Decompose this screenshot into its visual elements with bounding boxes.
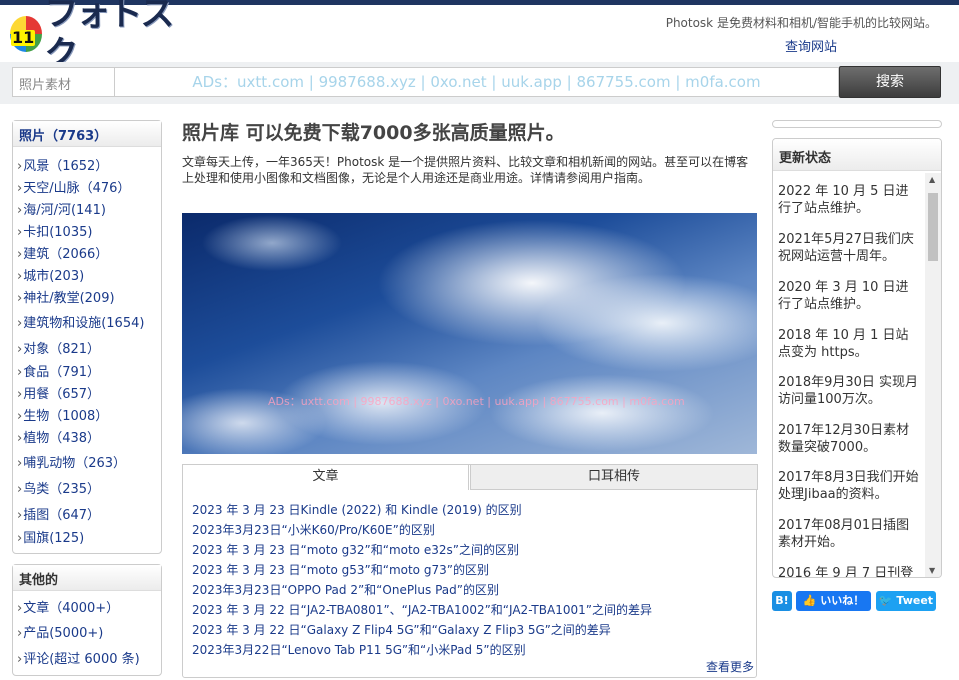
other-panel: 其他的 文章（4000+） 产品(5000+) 评论(超过 6000 条) (12, 564, 162, 676)
article-link[interactable]: 2023年3月23日“OPPO Pad 2”和“OnePlus Pad”的区别 (192, 581, 499, 598)
scrollbar-thumb[interactable] (928, 193, 938, 261)
article-link[interactable]: 2023 年 3 月 22 日“Galaxy Z Flip4 5G”和“Gala… (192, 621, 611, 638)
category-link[interactable]: 用餐（657） (17, 383, 100, 402)
title-part: 量照片。 (488, 122, 565, 144)
search-input[interactable]: ADs：uxtt.com | 9987688.xyz | 0xo.net | u… (115, 67, 839, 97)
category-link[interactable]: 建筑物和设施(1654) (17, 312, 144, 331)
facebook-like-button[interactable]: 👍 いいね！ (796, 591, 871, 611)
category-link[interactable]: 植物（438） (17, 427, 100, 446)
title-part: 照片 (182, 122, 221, 144)
category-link[interactable]: 海/河/河(141) (17, 199, 106, 218)
category-link[interactable]: 哺乳动物（263） (17, 452, 126, 471)
other-header: 其他的 (13, 565, 161, 591)
category-link[interactable]: 生物（1008） (17, 405, 108, 424)
search-site-link[interactable]: 查询网站 (785, 36, 837, 55)
search-bar: 照片素材 ADs：uxtt.com | 9987688.xyz | 0xo.ne… (0, 62, 959, 104)
category-link[interactable]: 国旗(125) (17, 527, 84, 546)
tweet-button[interactable]: 🐦 Tweet (876, 591, 936, 611)
search-button[interactable]: 搜索 (839, 66, 941, 98)
page-title: 照片库 可以免费下载7000多张高质量照片。 (182, 118, 565, 145)
right-top-box (772, 120, 942, 128)
update-status-header: 更新状态 (773, 139, 941, 171)
news-item: 2022 年 10 月 5 日进行了站点维护。 (778, 184, 909, 216)
title-part: 张 (431, 122, 451, 144)
hatena-bookmark-button[interactable]: B! (772, 591, 792, 611)
category-link[interactable]: 神社/教堂(209) (17, 287, 114, 306)
news-item: 2018 年 10 月 1 日站点变为 https。 (778, 328, 909, 360)
article-tabs-panel: 文章 口耳相传 2023 年 3 月 23 日Kindle (2022) 和 K… (182, 464, 758, 678)
other-link[interactable]: 文章（4000+） (17, 597, 119, 616)
news-item: 2018年9月30日 实现月访问量100万次。 (778, 375, 919, 407)
article-link[interactable]: 2023年3月22日“Lenovo Tab P11 5G”和“小米Pad 5”的… (192, 641, 526, 658)
category-link[interactable]: 对象（821） (17, 338, 100, 357)
tab-articles[interactable]: 文章 (182, 464, 469, 490)
site-logo[interactable]: 11 フォトスク (10, 0, 188, 74)
hero-sky-photo[interactable]: ADs：uxtt.com | 9987688.xyz | 0xo.net | u… (182, 213, 757, 454)
news-scrollbar[interactable]: ▲ ▼ (925, 173, 941, 577)
title-part: 可以免 (239, 122, 303, 144)
category-link[interactable]: 城市(203) (17, 265, 84, 284)
tab-word-of-mouth[interactable]: 口耳相传 (470, 464, 758, 490)
news-item: 2020 年 3 月 10 日进行了站点维护。 (778, 280, 909, 312)
category-link[interactable]: 风景（1652） (17, 155, 108, 174)
logo-badge-icon: 11 (10, 16, 43, 52)
news-item: 2021年5月27日我们庆祝网站运营十周年。 (778, 232, 914, 264)
title-part: 7000多 (359, 122, 432, 144)
update-status-panel: 更新状态 2022 年 10 月 5 日进行了站点维护。 2021年5月27日我… (772, 138, 942, 578)
news-item: 2017年8月3日我们开始处理Jibaa的资料。 (778, 470, 919, 502)
scroll-down-icon[interactable]: ▼ (929, 566, 935, 575)
category-link[interactable]: 卡扣(1035) (17, 221, 92, 240)
site-tagline: Photosk 是免费材料和相机/智能手机的比较网站。 (665, 16, 937, 30)
article-link[interactable]: 2023 年 3 月 23 日“moto g32”和“moto e32s”之间的… (192, 541, 519, 558)
logo-badge-number: 11 (11, 28, 36, 47)
article-link[interactable]: 2023年3月23日“小米K60/Pro/K60E”的区别 (192, 521, 435, 538)
article-link[interactable]: 2023 年 3 月 23 日“moto g53”和“moto g73”的区别 (192, 561, 489, 578)
category-link[interactable]: 食品（791） (17, 361, 100, 380)
title-part: 库 (220, 122, 240, 144)
intro-text: 文章每天上传，一年365天！Photosk 是一个提供照片资料、比较文章和相机新… (182, 155, 749, 185)
title-part: 下 (321, 122, 341, 144)
other-link[interactable]: 评论(超过 6000 条) (17, 648, 140, 667)
other-link[interactable]: 产品(5000+) (17, 622, 103, 641)
title-part: 费 (302, 122, 322, 144)
category-link[interactable]: 天空/山脉（476） (17, 177, 130, 196)
search-category-select[interactable]: 照片素材 (12, 67, 115, 97)
article-link[interactable]: 2023 年 3 月 22 日“JA2-TBA0801”、“JA2-TBA100… (192, 601, 652, 618)
photo-category-header[interactable]: 照片（7763） (13, 121, 161, 147)
photo-category-panel: 照片（7763） 风景（1652） 天空/山脉（476） 海/河/河(141) … (12, 120, 162, 554)
article-link[interactable]: 2023 年 3 月 23 日Kindle (2022) 和 Kindle (2… (192, 501, 522, 518)
news-item: 2017年08月01日插图素材开始。 (778, 518, 910, 550)
news-item: 2016 年 9 月 7 日刊登 (778, 566, 914, 578)
view-more-link[interactable]: 查看更多 (706, 658, 754, 675)
title-part: 质 (469, 122, 489, 144)
news-item: 2017年12月30日素材数量突破7000。 (778, 423, 910, 455)
category-link[interactable]: 插图（647） (17, 504, 100, 523)
photo-watermark: ADs：uxtt.com | 9987688.xyz | 0xo.net | u… (268, 395, 685, 408)
scroll-up-icon[interactable]: ▲ (929, 175, 935, 184)
title-part: 载 (340, 122, 360, 144)
title-part: 高 (450, 122, 470, 144)
category-link[interactable]: 鸟类（235） (17, 478, 100, 497)
category-link[interactable]: 建筑（2066） (17, 243, 108, 262)
